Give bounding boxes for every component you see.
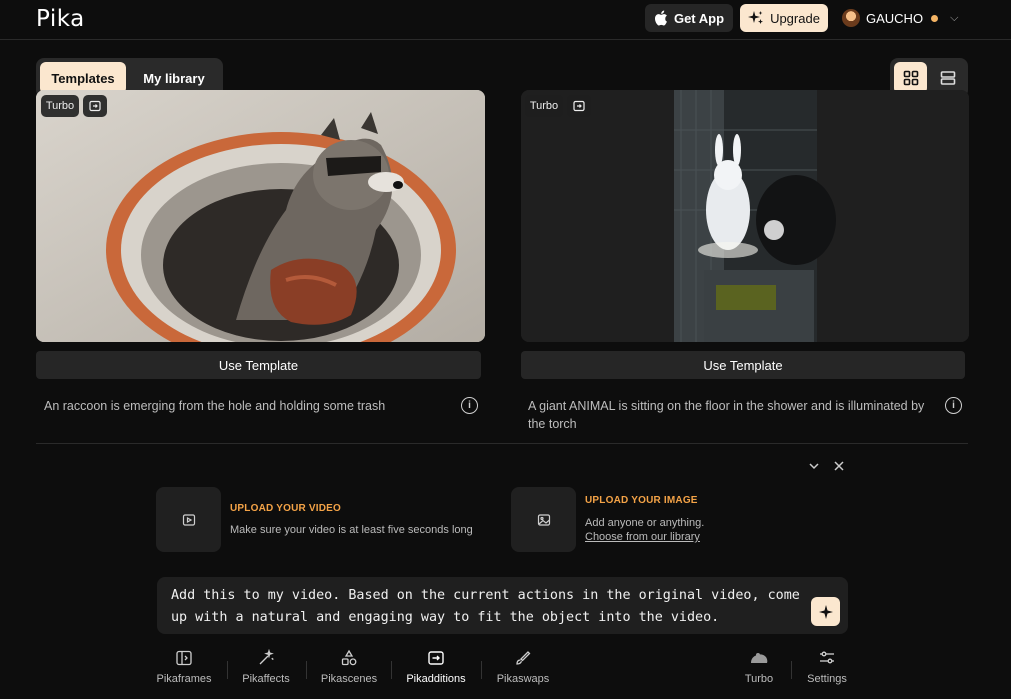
tool-pikadditions[interactable]: Pikadditions [404,649,468,693]
tool-settings[interactable]: Settings [803,649,851,693]
chevron-down-icon: ⌵ [950,11,959,24]
choose-from-library-link[interactable]: Choose from our library [585,531,700,543]
close-icon [834,461,844,471]
sparkle-icon [748,11,764,24]
upload-image-subtitle: Add anyone or anything. [585,517,705,529]
username: GAUCHO [866,10,924,26]
tool-pikaswaps[interactable]: Pikaswaps [494,649,552,693]
template-description: A giant ANIMAL is sitting on the floor i… [528,399,925,431]
grid-icon [903,70,918,86]
tool-pikaffects[interactable]: Pikaffects [238,649,294,693]
get-app-label: Get App [673,10,725,26]
add-box-icon [89,100,101,112]
use-template-button[interactable]: Use Template [521,351,965,379]
avatar [842,9,860,27]
additions-badge [567,95,591,117]
brush-icon [516,651,531,665]
user-menu[interactable]: GAUCHO ⌵ [842,7,958,29]
upload-video-subtitle: Make sure your video is at least five se… [230,524,473,536]
bottom-toolbar: Pikaframes Pikaffects Pikascenes Pikaddi… [0,645,1011,699]
sparkle-icon [818,604,833,619]
tool-pikascenes[interactable]: Pikascenes [318,649,380,693]
template-preview-shower[interactable] [521,90,969,342]
frames-icon [176,650,192,666]
divider [36,443,968,444]
prompt-box[interactable]: Add this to my video. Based on the curre… [157,577,848,634]
template-preview-raccoon[interactable] [36,90,485,342]
magic-wand-icon [259,649,274,665]
turbo-icon [751,653,768,663]
list-icon [940,71,955,85]
get-app-button[interactable]: Get App [645,4,733,32]
upgrade-label: Upgrade [770,10,820,26]
pika-logo[interactable]: Pika [36,6,85,32]
upload-video-button[interactable] [156,487,221,552]
generate-button[interactable] [811,597,840,626]
shapes-icon [341,649,357,666]
status-dot [931,14,939,22]
info-icon[interactable]: i [945,397,962,414]
turbo-badge: Turbo [41,95,79,117]
raccoon-image [36,90,485,342]
upload-image-title: UPLOAD YOUR IMAGE [585,495,698,506]
upload-image-button[interactable] [511,487,576,552]
tool-pikaframes[interactable]: Pikaframes [155,649,213,693]
image-upload-icon [537,513,550,526]
use-template-button[interactable]: Use Template [36,351,481,379]
collapse-button[interactable] [807,459,821,476]
prompt-input[interactable]: Add this to my video. Based on the curre… [171,585,811,629]
template-description: An raccoon is emerging from the hole and… [44,399,386,413]
upgrade-button[interactable]: Upgrade [740,4,828,32]
video-upload-icon [182,513,195,526]
add-box-icon [428,651,444,665]
close-button[interactable] [832,459,846,476]
top-bar: Pika Get App Upgrade GAUCHO ⌵ [0,0,1011,40]
add-box-icon [573,100,585,112]
shower-image [521,90,969,342]
sliders-icon [820,651,834,664]
info-icon[interactable]: i [461,397,478,414]
upload-video-title: UPLOAD YOUR VIDEO [230,503,342,514]
apple-icon [654,10,667,26]
additions-badge [83,95,107,117]
chevron-down-icon [809,463,819,470]
tool-turbo[interactable]: Turbo [740,649,778,693]
turbo-badge: Turbo [525,95,563,117]
